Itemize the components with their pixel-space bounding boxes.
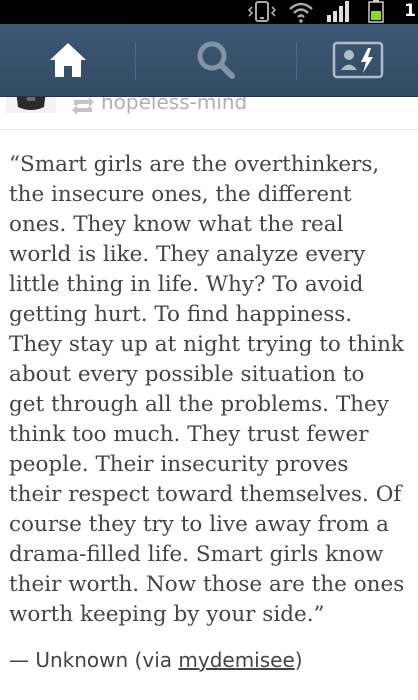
battery-icon [368, 0, 384, 23]
source-link[interactable]: mydemisee [178, 648, 294, 672]
quote-source: — Unknown (via mydemisee) [9, 648, 303, 672]
quote-line: world is like. They analyze every [9, 242, 366, 267]
quote-line: ones. They know what the real [9, 212, 344, 237]
account-icon [332, 41, 383, 79]
quote-line: their respect toward themselves. Of [9, 482, 402, 507]
reblog-icon [72, 97, 94, 115]
wifi-icon [289, 2, 313, 23]
status-time: 1 [404, 1, 416, 21]
quote-line: the insecure ones, the different [9, 182, 352, 207]
quote-line: getting hurt. To find happiness. [9, 302, 353, 327]
quote-line: course they try to live away from a [9, 512, 389, 537]
avatar[interactable] [6, 97, 56, 113]
cut-off-content [30, 694, 260, 700]
account-button[interactable] [297, 24, 418, 96]
quote-line: their worth. Now those are the ones [9, 572, 405, 597]
home-icon [49, 43, 86, 77]
quote-line: about every possible situation to [9, 362, 365, 387]
status-bar: 1 [0, 0, 418, 24]
home-button[interactable] [0, 24, 135, 96]
source-prefix: — Unknown (via [9, 648, 179, 672]
quote-line: little thing in life. Why? To avoid [9, 272, 364, 297]
quote-line: worth keeping by your side.” [9, 602, 325, 627]
vibrate-icon [247, 1, 277, 22]
top-nav-bar [0, 24, 418, 97]
quote-line: people. Their insecurity proves [9, 452, 349, 477]
quote-line: think too much. They trust fewer [9, 422, 369, 447]
quote-line: get through all the problems. They [9, 392, 389, 417]
quote-text: “Smart girls are the overthinkers, the i… [9, 150, 418, 630]
signal-icon [327, 1, 349, 22]
search-button[interactable] [136, 24, 296, 96]
quote-line: They stay up at night trying to think [9, 332, 404, 357]
source-suffix: ) [294, 648, 303, 672]
post-header: hopeless-mind [0, 97, 418, 130]
quote-line: “Smart girls are the overthinkers, [9, 152, 380, 177]
quote-line: drama-filled life. Smart girls know [9, 542, 384, 567]
search-icon [197, 41, 235, 79]
reblog-source-name[interactable]: hopeless-mind [101, 97, 247, 114]
